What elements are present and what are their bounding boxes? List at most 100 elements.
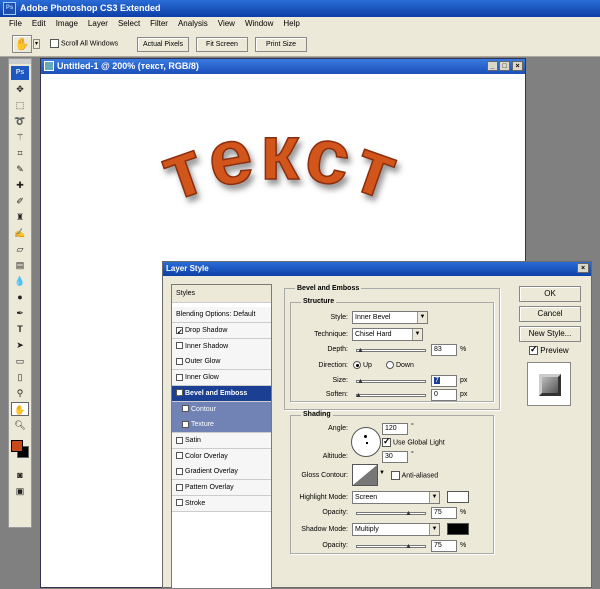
style-item-checkbox[interactable] <box>176 387 183 402</box>
style-item-checkbox[interactable] <box>176 452 183 460</box>
size-input[interactable]: 7 <box>431 375 457 387</box>
styles-header[interactable]: Styles <box>172 285 271 303</box>
canvas-art[interactable]: текст <box>41 74 525 259</box>
angle-input[interactable]: 120 <box>382 423 408 435</box>
brush-tool-icon[interactable]: ✐ <box>11 194 29 208</box>
crop-tool-icon[interactable]: ⌗ <box>11 146 29 160</box>
move-tool-icon[interactable]: ✥ <box>11 82 29 96</box>
highlight-opacity-input[interactable]: 75 <box>431 507 457 519</box>
preview-checkbox[interactable] <box>529 344 538 356</box>
style-item-checkbox[interactable] <box>176 499 183 507</box>
menu-help[interactable]: Help <box>278 17 304 31</box>
highlight-color-swatch[interactable] <box>447 491 469 503</box>
blur-tool-icon[interactable]: 💧 <box>11 274 29 288</box>
shadow-color-swatch[interactable] <box>447 523 469 535</box>
style-item-inner-glow[interactable]: Inner Glow <box>172 370 271 387</box>
magic-wand-tool-icon[interactable]: ⚚ <box>11 130 29 144</box>
style-item-color-overlay[interactable]: Color Overlay <box>172 448 271 465</box>
scroll-all-windows[interactable]: Scroll All Windows <box>50 39 118 49</box>
preset-dropdown-arrow[interactable]: ▾ <box>33 39 40 49</box>
eraser-tool-icon[interactable]: ▱ <box>11 242 29 256</box>
type-tool-icon[interactable]: T <box>11 322 29 336</box>
direction-down-radio[interactable] <box>386 361 394 369</box>
blending-options[interactable]: Blending Options: Default <box>172 307 271 323</box>
menu-edit[interactable]: Edit <box>27 17 51 31</box>
menu-window[interactable]: Window <box>240 17 278 31</box>
preview-toggle[interactable]: Preview <box>529 344 569 356</box>
style-item-inner-shadow[interactable]: Inner Shadow <box>172 338 271 355</box>
screen-mode-icon[interactable]: ▣ <box>11 484 29 498</box>
altitude-input[interactable]: 30 <box>382 451 408 463</box>
style-item-checkbox[interactable] <box>176 467 183 475</box>
gloss-contour-arrow[interactable]: ▼ <box>379 470 387 480</box>
style-item-checkbox[interactable] <box>176 342 183 350</box>
menu-image[interactable]: Image <box>51 17 83 31</box>
depth-slider-knob[interactable] <box>357 345 365 354</box>
menu-layer[interactable]: Layer <box>83 17 113 31</box>
actual-pixels-button[interactable]: Actual Pixels <box>137 37 189 52</box>
direction-up-radio[interactable] <box>353 361 361 369</box>
style-item-checkbox[interactable] <box>176 483 183 491</box>
dodge-tool-icon[interactable]: ● <box>11 290 29 304</box>
menu-file[interactable]: File <box>4 17 27 31</box>
soften-slider-knob[interactable] <box>355 390 363 399</box>
style-item-checkbox[interactable] <box>176 373 183 381</box>
menu-filter[interactable]: Filter <box>145 17 173 31</box>
eyedropper-tool-icon[interactable]: ⚲ <box>11 386 29 400</box>
gloss-contour-preview[interactable] <box>352 464 378 486</box>
size-slider-knob[interactable] <box>357 376 365 385</box>
print-size-button[interactable]: Print Size <box>255 37 307 52</box>
scroll-all-checkbox[interactable] <box>50 39 59 48</box>
close-button[interactable]: × <box>512 61 523 71</box>
direction-up[interactable]: Up <box>353 361 372 369</box>
menu-analysis[interactable]: Analysis <box>173 17 213 31</box>
shadow-opacity-knob[interactable] <box>405 541 413 550</box>
style-item-checkbox[interactable] <box>176 358 183 366</box>
fit-screen-button[interactable]: Fit Screen <box>196 37 248 52</box>
hand-tool-icon[interactable]: ✋ <box>11 402 29 416</box>
style-item-checkbox[interactable] <box>182 405 189 413</box>
ps-logo[interactable]: Ps <box>11 66 29 80</box>
anti-aliased-checkbox[interactable] <box>391 471 400 480</box>
zoom-tool-icon[interactable]: 🔍︎ <box>11 418 29 432</box>
style-item-satin[interactable]: Satin <box>172 432 271 449</box>
dialog-close-button[interactable]: × <box>577 263 589 273</box>
maximize-button[interactable]: □ <box>499 61 510 71</box>
shadow-mode-select[interactable]: Multiply ▼ <box>352 523 440 536</box>
angle-dial[interactable] <box>351 427 381 457</box>
style-item-stroke[interactable]: Stroke <box>172 495 271 512</box>
shape-tool-icon[interactable]: ▭ <box>11 354 29 368</box>
style-item-checkbox[interactable] <box>176 436 183 444</box>
quick-mask-icon[interactable]: ◙ <box>11 468 29 482</box>
highlight-opacity-knob[interactable] <box>405 508 413 517</box>
marquee-tool-icon[interactable]: ⬚ <box>11 98 29 112</box>
global-light-checkbox[interactable] <box>382 436 391 447</box>
ok-button[interactable]: OK <box>519 286 581 302</box>
notes-tool-icon[interactable]: ▯ <box>11 370 29 384</box>
style-item-bevel-and-emboss[interactable]: Bevel and Emboss <box>172 385 271 402</box>
path-selection-tool-icon[interactable]: ➤ <box>11 338 29 352</box>
slice-tool-icon[interactable]: ✎ <box>11 162 29 176</box>
shadow-opacity-input[interactable]: 75 <box>431 540 457 552</box>
size-slider[interactable] <box>356 379 426 385</box>
style-item-checkbox[interactable] <box>182 420 189 428</box>
shadow-opacity-slider[interactable] <box>356 544 426 550</box>
toolbox-grip[interactable] <box>9 59 31 64</box>
style-item-gradient-overlay[interactable]: Gradient Overlay <box>172 464 271 481</box>
soften-input[interactable]: 0 <box>431 389 457 401</box>
depth-slider[interactable] <box>356 348 426 354</box>
highlight-mode-select[interactable]: Screen ▼ <box>352 491 440 504</box>
menu-view[interactable]: View <box>213 17 240 31</box>
hand-tool-preset-button[interactable]: ✋ <box>12 35 32 53</box>
gradient-tool-icon[interactable]: ▤ <box>11 258 29 272</box>
lasso-tool-icon[interactable]: ➰ <box>11 114 29 128</box>
style-item-texture[interactable]: Texture <box>172 417 271 434</box>
clone-stamp-tool-icon[interactable]: ♜ <box>11 210 29 224</box>
history-brush-tool-icon[interactable]: ✍ <box>11 226 29 240</box>
healing-brush-tool-icon[interactable]: ✚ <box>11 178 29 192</box>
style-item-checkbox[interactable] <box>176 325 183 340</box>
new-style-button[interactable]: New Style... <box>519 326 581 342</box>
foreground-color-swatch[interactable] <box>11 440 23 452</box>
style-item-drop-shadow[interactable]: Drop Shadow <box>172 323 271 340</box>
highlight-opacity-slider[interactable] <box>356 511 426 517</box>
